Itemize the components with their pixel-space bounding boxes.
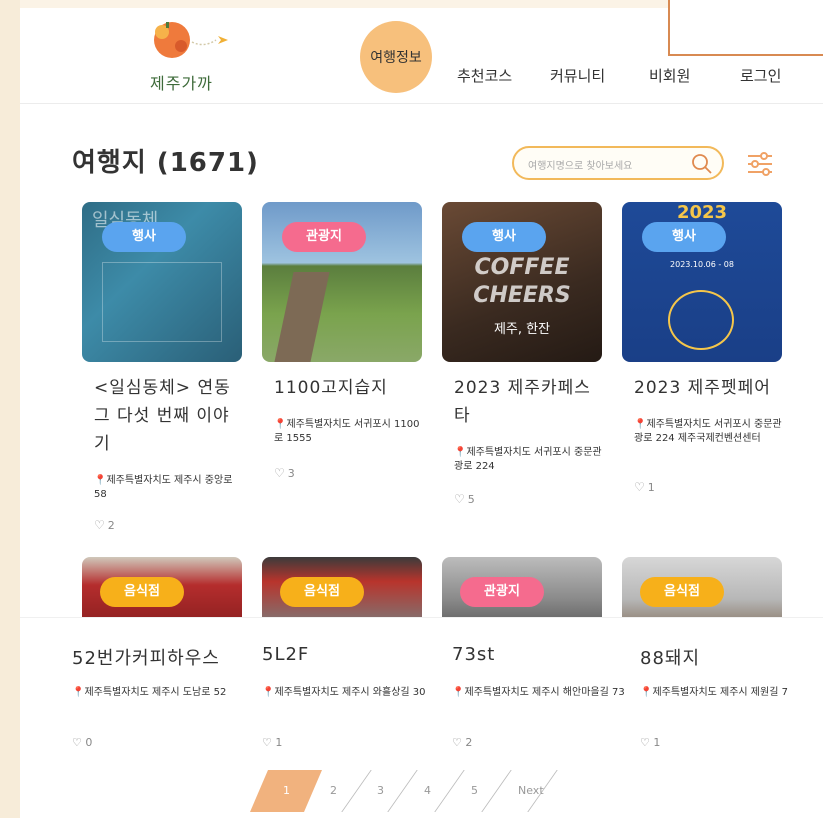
nav-item-guest[interactable]: 비회원 [649, 65, 690, 86]
heart-icon: ♡ [452, 736, 466, 749]
nav-item-community[interactable]: 커뮤니티 [550, 65, 605, 86]
page-title: 여행지 (1671) [72, 148, 259, 178]
heart-icon: ♡ [634, 480, 645, 494]
page-1[interactable]: 1 [283, 784, 290, 797]
like-count[interactable]: ♡ 2 [452, 736, 472, 749]
like-count[interactable]: ♡ 3 [274, 466, 295, 480]
category-badge: 행사 [462, 222, 546, 252]
heart-icon: ♡ [262, 736, 276, 749]
page-4[interactable]: 4 [424, 784, 431, 797]
category-badge: 음식점 [100, 577, 184, 607]
like-count[interactable]: ♡ 1 [634, 480, 655, 494]
heart-icon: ♡ [274, 466, 285, 480]
left-margin [0, 0, 20, 818]
page-2[interactable]: 2 [330, 784, 337, 797]
nav-item-travel-info[interactable]: 여행정보 [360, 21, 432, 93]
card-title[interactable]: 73st [452, 644, 495, 665]
card-title[interactable]: 5L2F [262, 644, 309, 665]
header: 제주가까 여행정보 추천코스 커뮤니티 비회원 로그인 [20, 0, 823, 104]
category-badge: 음식점 [640, 577, 724, 607]
nav-item-courses[interactable]: 추천코스 [457, 65, 512, 86]
card-title[interactable]: 88돼지 [640, 644, 700, 670]
search-input[interactable]: 여행지명으로 찾아보세요 [512, 146, 724, 180]
like-count[interactable]: ♡ 2 [94, 518, 115, 532]
like-count[interactable]: ♡ 0 [72, 736, 92, 749]
filter-icon[interactable] [744, 148, 776, 180]
nav-item-login[interactable]: 로그인 [740, 65, 781, 86]
card-address: 📍제주특별자치도 제주시 도남로 52 [72, 687, 227, 698]
page-5[interactable]: 5 [471, 784, 478, 797]
thumb-subtext: 2023.10.06 - 08 [670, 260, 734, 269]
card-address: 📍제주특별자치도 제주시 제원길 7 [640, 687, 788, 698]
page-3[interactable]: 3 [377, 784, 384, 797]
card-title[interactable]: 52번가커피하우스 [72, 644, 220, 670]
category-badge: 관광지 [282, 222, 366, 252]
heart-icon: ♡ [640, 736, 654, 749]
lower-panel: 52번가커피하우스 📍제주특별자치도 제주시 도남로 52 ♡ 0 5L2F 📍… [20, 617, 823, 818]
like-count[interactable]: ♡ 1 [262, 736, 282, 749]
card-address: 📍제주특별자치도 서귀포시 중문관광로 224 제주국제컨벤션센터 [634, 419, 782, 444]
brand-name: 제주가까 [150, 74, 213, 93]
heart-icon: ♡ [72, 736, 86, 749]
category-badge: 행사 [102, 222, 186, 252]
logo[interactable]: 제주가까 [132, 18, 242, 94]
card-title: 2023 제주펫페어 [634, 378, 771, 398]
heart-icon: ♡ [454, 492, 465, 506]
card-address: 📍제주특별자치도 서귀포시 중문관광로 224 [454, 447, 602, 472]
thumb-text: COFFEE CHEERS [473, 255, 571, 308]
like-count[interactable]: ♡ 5 [454, 492, 475, 506]
search-placeholder: 여행지명으로 찾아보세요 [528, 161, 633, 172]
category-badge: 행사 [642, 222, 726, 252]
card-title: 1100고지습지 [274, 378, 388, 398]
nav-item-label: 여행정보 [370, 50, 422, 66]
thumb-text: 2023 [676, 202, 728, 223]
next-button[interactable]: Next [518, 784, 544, 797]
thumb-subtext: 제주, 한잔 [493, 322, 551, 337]
logo-graphic [154, 22, 228, 58]
category-badge: 관광지 [460, 577, 544, 607]
card-title: 2023 제주카페스타 [454, 378, 591, 426]
like-count[interactable]: ♡ 1 [640, 736, 660, 749]
card-address: 📍제주특별자치도 제주시 와흘상길 30 [262, 687, 426, 698]
page: 제주가까 여행정보 추천코스 커뮤니티 비회원 로그인 여행지 (1671) 여… [20, 0, 823, 818]
card-title: <일심동체> 연동 그 다섯 번째 이야기 [94, 378, 231, 454]
dropdown-box [668, 0, 823, 56]
card-address: 📍제주특별자치도 서귀포시 1100로 1555 [274, 419, 420, 444]
heart-icon: ♡ [94, 518, 105, 532]
card-address: 📍제주특별자치도 제주시 해안마을길 73 [452, 687, 625, 698]
search-icon[interactable] [690, 152, 714, 176]
category-badge: 음식점 [280, 577, 364, 607]
card-address: 📍제주특별자치도 제주시 중앙로 58 [94, 475, 233, 500]
